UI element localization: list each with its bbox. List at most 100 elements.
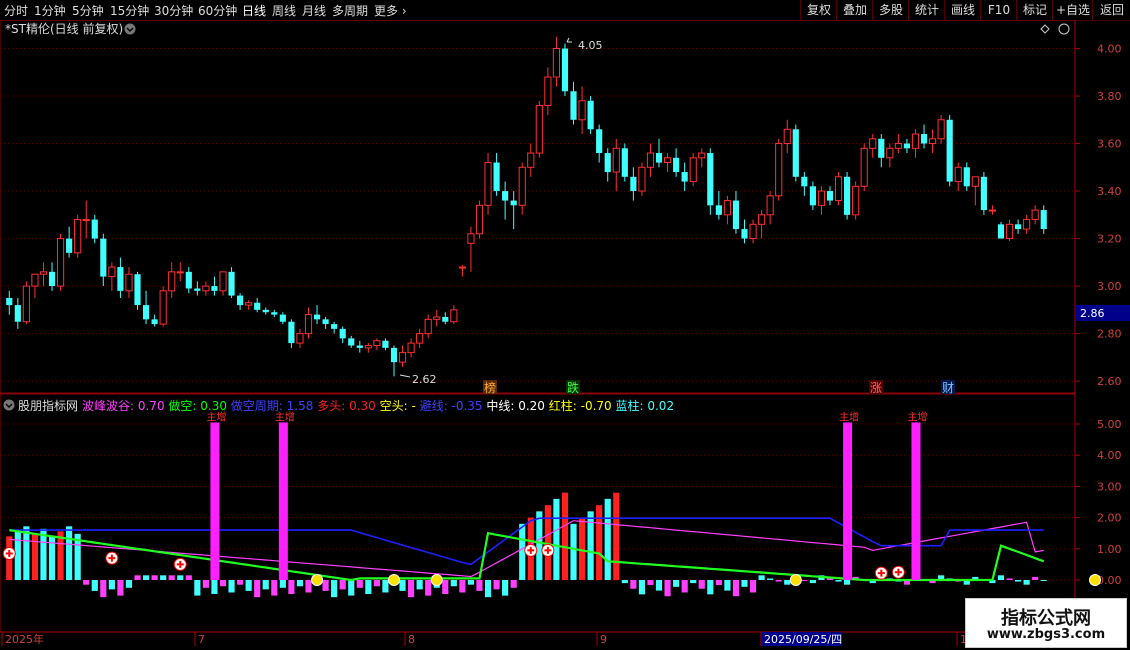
- candle: [48, 262, 56, 291]
- indicator-tick-label: 4.00: [1097, 449, 1122, 462]
- toolbar-button-8[interactable]: 返回: [1092, 0, 1130, 20]
- candle: [630, 167, 637, 201]
- period-tab-0[interactable]: 分时: [4, 2, 28, 19]
- indicator-bar: [578, 517, 586, 580]
- candle: [475, 200, 484, 239]
- indicator-bar: [279, 580, 286, 588]
- period-tab-6[interactable]: 日线: [242, 2, 266, 19]
- period-tab-9[interactable]: 多周期: [332, 2, 368, 19]
- indicator-param-0: 波峰波谷: 0.70: [82, 399, 165, 413]
- candle: [878, 134, 885, 168]
- candle: [151, 314, 158, 327]
- toolbar-button-7[interactable]: +自选: [1052, 0, 1093, 20]
- indicator-bar: [202, 580, 209, 588]
- candle: [552, 36, 560, 87]
- svg-text:跌: 跌: [567, 380, 579, 395]
- indicator-bar: [91, 580, 98, 591]
- plus-signal-icon: [874, 566, 888, 580]
- candle: [288, 319, 295, 348]
- indicator-bar: [638, 580, 645, 595]
- candle: [723, 195, 731, 225]
- candle: [382, 338, 389, 351]
- title-dropdown-icon[interactable]: [124, 23, 136, 35]
- indicator-bar: [168, 575, 175, 580]
- indicator-bar: [228, 580, 235, 593]
- chart-area: 4.00 3.80 3.60 3.40 3.20 3.00 2.80 2.60 5.00 4.0…: [0, 20, 1130, 646]
- indicator-bar: [254, 580, 261, 598]
- candle: [228, 267, 235, 298]
- indicator-menu-icon[interactable]: [3, 399, 15, 411]
- candle: [211, 276, 218, 296]
- period-tab-2[interactable]: 5分钟: [72, 2, 104, 19]
- candle: [612, 138, 620, 192]
- toolbar-button-2[interactable]: 多股: [872, 0, 909, 20]
- indicator-bar: [655, 580, 663, 591]
- indicator-bar: [194, 580, 201, 596]
- candle: [946, 115, 953, 187]
- indicator-bar: [673, 580, 680, 587]
- main-chart-frame: [0, 20, 1076, 394]
- period-tab-8[interactable]: 月线: [302, 2, 326, 19]
- toolbar-button-5[interactable]: F10: [980, 0, 1017, 20]
- candle: [22, 281, 30, 325]
- indicator-bar: [23, 526, 30, 580]
- indicator-bar: [83, 580, 90, 585]
- indicator-bar: [997, 575, 1005, 580]
- candle: [980, 172, 987, 215]
- indicator-bar: [322, 580, 329, 591]
- indicator-param-7: 红柱: -0.70: [545, 398, 612, 413]
- indicator-bar: [801, 580, 808, 581]
- toolbar-button-1[interactable]: 叠加: [836, 0, 873, 20]
- period-tab-3[interactable]: 15分钟: [110, 2, 149, 19]
- candle: [373, 338, 381, 351]
- candle: [237, 293, 244, 310]
- toolbar-button-6[interactable]: 标记: [1016, 0, 1053, 20]
- candle: [1040, 205, 1047, 234]
- candle: [681, 162, 688, 192]
- indicator-bar: [1023, 580, 1030, 585]
- candle: [262, 307, 269, 315]
- watermark-url: www.zbgs3.com: [986, 627, 1106, 642]
- indicator-bar: [596, 505, 603, 580]
- candle: [894, 134, 902, 154]
- candle: [142, 290, 150, 325]
- period-tab-5[interactable]: 60分钟: [198, 2, 237, 19]
- marker-die[interactable]: 跌: [566, 380, 580, 395]
- period-tab-10[interactable]: 更多 ›: [374, 2, 407, 19]
- toolbar-button-3[interactable]: 统计: [908, 0, 945, 20]
- indicator-bar: [305, 580, 312, 593]
- watermark: 指标公式网 www.zbgs3.com: [965, 598, 1127, 648]
- marker-bang[interactable]: 榜: [483, 380, 497, 395]
- diamond-icon[interactable]: [1040, 24, 1050, 34]
- candle: [663, 153, 672, 173]
- candle: [168, 262, 176, 298]
- price-tick-label: 3.60: [1097, 138, 1122, 151]
- candle: [39, 262, 48, 287]
- candle: [117, 257, 124, 298]
- indicator-bar: [450, 580, 457, 587]
- indicator-bar: [271, 580, 278, 596]
- price-tick-label: 3.80: [1097, 90, 1122, 103]
- candle: [903, 138, 911, 154]
- toolbar-button-0[interactable]: 复权: [800, 0, 837, 20]
- candle: [929, 129, 937, 154]
- indicator-bar: [741, 580, 748, 587]
- indicator-bar: [142, 575, 150, 580]
- candle: [331, 321, 338, 334]
- candle: [844, 172, 851, 220]
- indicator-bar: [185, 575, 192, 580]
- toolbar: 分时 1分钟 5分钟 15分钟 30分钟 60分钟 日线 周线 月线 多周期 更多 › 复权 叠加 多股…: [0, 0, 1130, 21]
- toolbar-button-4[interactable]: 画线: [944, 0, 981, 20]
- settings-circle-icon[interactable]: [1058, 23, 1070, 35]
- time-axis-label: 2025/09/25/四: [764, 633, 842, 646]
- marker-zhang[interactable]: 涨: [869, 380, 883, 395]
- spike-bar: [278, 422, 288, 580]
- period-tab-7[interactable]: 周线: [272, 2, 296, 19]
- candle: [698, 148, 706, 168]
- period-tab-1[interactable]: 1分钟: [34, 2, 66, 19]
- high-price-label: 4.05: [578, 39, 603, 52]
- indicator-bar: [66, 526, 73, 580]
- period-tab-4[interactable]: 30分钟: [154, 2, 193, 19]
- indicator-bar: [151, 575, 158, 580]
- marker-cai[interactable]: 财: [941, 380, 955, 395]
